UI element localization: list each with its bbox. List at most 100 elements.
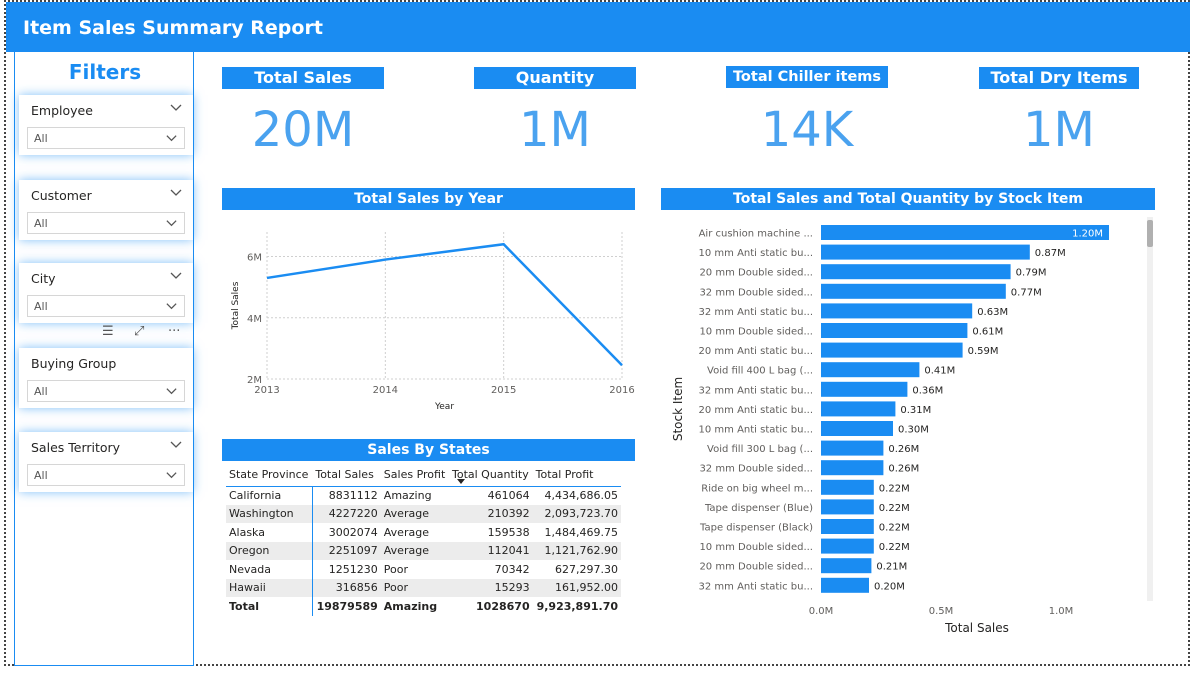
table-cell: 15293 [448, 578, 533, 597]
col-header[interactable]: Sales Profit [380, 464, 449, 487]
line-chart-title: Total Sales by Year [222, 188, 635, 210]
slicer-label: Employee [31, 103, 93, 118]
focus-mode-icon[interactable]: ⤢ [134, 324, 144, 339]
data-label: 0.63M [977, 307, 1008, 318]
col-header[interactable]: Total Profit [532, 464, 621, 487]
slicer-dropdown[interactable]: All [27, 464, 185, 486]
table-cell: 3002074 [311, 523, 381, 542]
chevron-down-icon [166, 472, 177, 479]
table-cell: 159538 [487, 525, 530, 539]
category-label: 10 mm Double sided... [699, 542, 813, 553]
data-label: 0.79M [1016, 268, 1047, 279]
bar [821, 225, 1109, 240]
table-cell: Average [380, 504, 449, 523]
chevron-down-icon [166, 220, 177, 227]
table-cell: 112041 [448, 541, 533, 560]
category-label: 32 mm Anti static bu... [699, 581, 813, 592]
category-label: 10 mm Double sided... [699, 327, 813, 338]
kpi-total-sales-value: 20M [251, 102, 355, 158]
category-label: 20 mm Double sided... [699, 268, 813, 279]
x-tick-label: 2014 [373, 385, 398, 396]
bar [821, 460, 884, 476]
category-label: 20 mm Anti static bu... [699, 346, 813, 357]
chevron-down-icon[interactable] [169, 186, 183, 200]
bar [821, 323, 968, 338]
slicer-value: All [34, 300, 48, 313]
table-cell: Alaska [229, 525, 265, 539]
table-cell: Amazing [383, 599, 438, 613]
kpi-chiller-label: Total Chiller items [726, 66, 888, 88]
bar [821, 283, 1006, 299]
data-label: 0.31M [900, 405, 931, 416]
y-axis-title: Stock Item [671, 377, 685, 441]
bar [821, 558, 872, 574]
bar [821, 264, 1011, 280]
chevron-down-icon [166, 388, 177, 395]
slicer-label: Buying Group [31, 356, 117, 371]
category-label: 10 mm Anti static bu... [699, 248, 813, 259]
more-options-icon[interactable]: ··· [168, 324, 180, 339]
table-cell: 4227220 [311, 504, 381, 523]
table-cell: 161,952.00 [532, 578, 621, 597]
table-cell: 8831112 [311, 486, 381, 505]
col-header[interactable]: State Province [226, 464, 313, 487]
bar [821, 421, 893, 436]
data-label: 0.26M [888, 464, 919, 475]
bar-chart-title: Total Sales and Total Quantity by Stock … [661, 188, 1155, 210]
category-label: 32 mm Anti static bu... [699, 307, 813, 318]
table-cell: 1251230 [311, 560, 381, 579]
category-label: 10 mm Anti static bu... [699, 425, 813, 436]
data-label: 0.22M [879, 483, 910, 494]
filter-icon[interactable]: ☰ [102, 324, 114, 339]
scrollbar-track [1147, 217, 1153, 601]
slicer-buying-group: Buying Group All [19, 348, 193, 408]
report-canvas: Item Sales Summary Report Filters Employ… [4, 0, 1190, 666]
col-header[interactable]: Total Sales [312, 464, 381, 487]
category-label: 32 mm Double sided... [699, 287, 813, 298]
y-tick-label: 4M [247, 314, 262, 325]
chevron-down-icon[interactable] [169, 438, 183, 452]
slicer-dropdown[interactable]: All [27, 212, 185, 234]
slicer-customer: Customer All [19, 180, 193, 240]
x-axis-title: Year [434, 402, 454, 412]
slicer-dropdown[interactable]: All [27, 380, 185, 402]
category-label: Tape dispenser (Blue) [704, 503, 813, 514]
data-label: 1.20M [1072, 229, 1103, 240]
line-chart: 2M4M6M2013 2014 2015 2016YearTotal Sales [231, 232, 635, 412]
report-title: Item Sales Summary Report [23, 17, 323, 39]
scrollbar-thumb[interactable] [1147, 220, 1153, 247]
sales-by-states-table: State Province Total Sales Sales Profit … [226, 464, 621, 616]
category-label: Void fill 400 L bag (... [707, 366, 813, 377]
table-cell: Amazing [383, 489, 432, 502]
data-label: 0.41M [924, 366, 955, 377]
table-cell: 2251097 [311, 541, 381, 560]
data-label: 0.22M [879, 503, 910, 514]
slicer-sales-territory: Sales Territory All [19, 432, 193, 492]
table-cell: 1,121,762.90 [532, 541, 621, 560]
chevron-down-icon[interactable] [169, 101, 183, 115]
data-label: 0.20M [874, 581, 905, 592]
table-row: Nevada 1251230 Poor 70342 627,297.30 [226, 560, 621, 579]
kpi-dry-label: Total Dry Items [979, 67, 1139, 89]
table-cell: Oregon [226, 541, 313, 560]
category-label: 32 mm Double sided... [699, 464, 813, 475]
bar [821, 577, 869, 593]
slicer-dropdown[interactable]: All [27, 295, 185, 317]
x-tick-label: 2013 [254, 385, 279, 396]
data-label: 0.30M [898, 425, 929, 436]
slicer-label: Sales Territory [31, 440, 121, 455]
data-label: 0.77M [1011, 287, 1042, 298]
table-cell: California [229, 489, 282, 502]
filters-title: Filters [68, 60, 142, 84]
chevron-down-icon[interactable] [169, 269, 183, 283]
y-tick-label: 6M [247, 253, 262, 264]
table-cell: Hawaii [226, 578, 313, 597]
slicer-dropdown[interactable]: All [27, 127, 185, 149]
table-cell: 9,923,891.70 [536, 599, 618, 613]
table-cell: 70342 [494, 562, 530, 576]
table-row: California 8831112 Amazing 461064 4,434,… [226, 486, 621, 505]
bar [821, 244, 1030, 260]
table-row: Washington 4227220 Average 210392 2,093,… [226, 504, 621, 523]
category-label: Ride on big wheel m... [701, 483, 813, 494]
data-label: 0.61M [972, 327, 1003, 338]
